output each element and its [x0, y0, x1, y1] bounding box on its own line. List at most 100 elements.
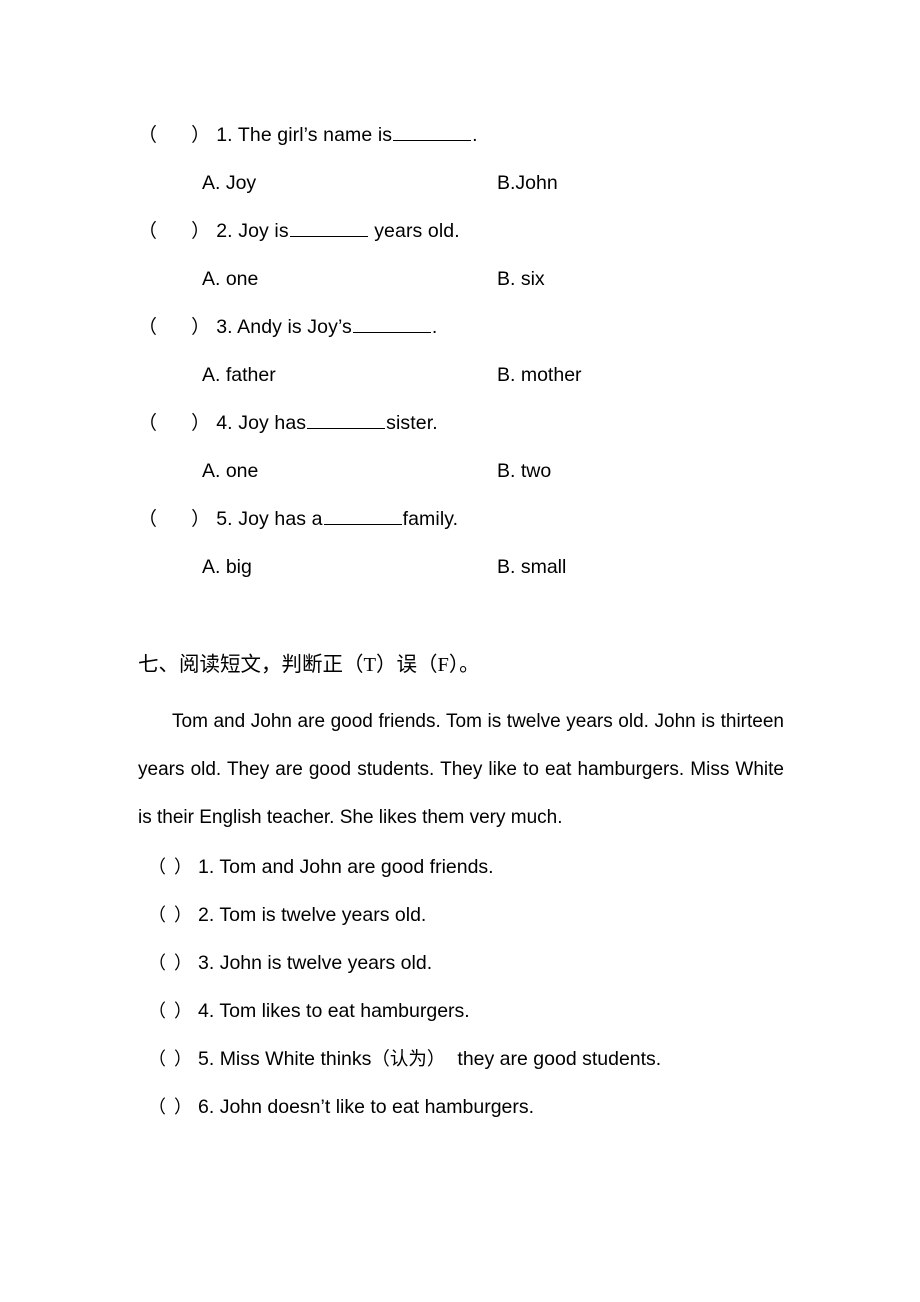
answer-blank[interactable]	[393, 124, 472, 141]
paren-close: ）	[174, 1097, 192, 1118]
question-number: 3.	[216, 316, 233, 338]
question-text-after: sister.	[386, 412, 438, 434]
option-a[interactable]: A. one	[202, 262, 258, 296]
item-number: 3.	[198, 952, 215, 974]
true-false-section: （） 1. Tom and John are good friends. （） 2.…	[0, 843, 920, 1131]
item-text: John is twelve years old.	[219, 952, 433, 974]
answer-paren[interactable]: （）	[138, 502, 210, 536]
paren-open: （	[148, 1001, 166, 1022]
question-text-before: Joy has a	[238, 508, 323, 530]
option-row: A. Joy B.John	[0, 166, 920, 200]
item-text: Tom likes to eat hamburgers.	[219, 1000, 470, 1022]
answer-paren[interactable]: （）	[138, 118, 210, 152]
paren-open: （	[148, 1049, 166, 1070]
paren-open: （	[138, 124, 158, 146]
answer-blank[interactable]	[352, 316, 431, 333]
multiple-choice-section: （） 1. The girl’s name is. A. Joy B.John （…	[0, 118, 920, 598]
option-row: A. one B. two	[0, 454, 920, 488]
true-false-item: （） 1. Tom and John are good friends.	[148, 843, 920, 891]
answer-paren[interactable]: （）	[138, 310, 210, 344]
option-a[interactable]: A. big	[202, 550, 252, 584]
answer-paren[interactable]: （）	[148, 940, 192, 988]
paren-open: （	[138, 412, 158, 434]
item-text: Tom and John are good friends.	[219, 856, 494, 878]
answer-blank[interactable]	[289, 220, 368, 237]
true-false-item: （） 5. Miss White thinks（认为） they are good …	[148, 1035, 920, 1083]
option-a[interactable]: A. one	[202, 454, 258, 488]
true-false-item: （） 6. John doesn’t like to eat hamburgers…	[148, 1083, 920, 1131]
question-text-before: Joy is	[238, 220, 289, 242]
paren-close: ）	[191, 124, 211, 146]
option-a[interactable]: A. father	[202, 358, 276, 392]
question-text-after: family.	[402, 508, 459, 530]
answer-paren[interactable]: （）	[148, 844, 192, 892]
answer-paren[interactable]: （）	[148, 892, 192, 940]
paren-close: ）	[191, 220, 211, 242]
paren-open: （	[148, 953, 166, 974]
answer-blank[interactable]	[307, 412, 386, 429]
paren-open: （	[138, 220, 158, 242]
answer-paren[interactable]: （）	[138, 406, 210, 440]
item-text: John doesn’t like to eat hamburgers.	[219, 1096, 535, 1118]
item-number: 1.	[198, 856, 215, 878]
answer-paren[interactable]: （）	[148, 1036, 192, 1084]
option-row: A. one B. six	[0, 262, 920, 296]
item-text-before-gloss: Miss White thinks	[219, 1048, 372, 1070]
section-heading: 七、阅读短文，判断正（T）误（F）。	[138, 654, 480, 676]
paren-close: ）	[174, 953, 192, 974]
reading-passage: Tom and John are good friends. Tom is tw…	[138, 698, 784, 842]
question-text-before: Joy has	[238, 412, 307, 434]
worksheet-page: （） 1. The girl’s name is. A. Joy B.John （…	[0, 0, 920, 1302]
item-number: 2.	[198, 904, 215, 926]
question-text-after: .	[431, 316, 438, 338]
option-b[interactable]: B. mother	[497, 358, 582, 392]
multiple-choice-item: （） 2. Joy is years old. A. one B. six	[0, 214, 920, 310]
paren-open: （	[138, 316, 158, 338]
true-false-item: （） 3. John is twelve years old.	[148, 939, 920, 987]
item-text-after-gloss: they are good students.	[457, 1048, 662, 1070]
option-b[interactable]: B. small	[497, 550, 566, 584]
question-text-before: The girl’s name is	[237, 124, 393, 146]
question-number: 4.	[216, 412, 233, 434]
paren-close: ）	[191, 412, 211, 434]
question-stem: （） 2. Joy is years old.	[138, 214, 460, 248]
item-number: 6.	[198, 1096, 215, 1118]
multiple-choice-item: （） 1. The girl’s name is. A. Joy B.John	[0, 118, 920, 214]
option-b[interactable]: B. six	[497, 262, 545, 296]
paren-close: ）	[191, 508, 211, 530]
answer-paren[interactable]: （）	[148, 1084, 192, 1132]
question-stem: （） 4. Joy has sister.	[138, 406, 438, 440]
question-number: 5.	[216, 508, 233, 530]
paren-close: ）	[174, 857, 192, 878]
true-false-item: （） 4. Tom likes to eat hamburgers.	[148, 987, 920, 1035]
item-number: 4.	[198, 1000, 215, 1022]
option-b[interactable]: B. two	[497, 454, 551, 488]
paren-close: ）	[174, 905, 192, 926]
paren-open: （	[138, 508, 158, 530]
question-number: 2.	[216, 220, 233, 242]
answer-paren[interactable]: （）	[148, 988, 192, 1036]
question-text-after: years old.	[374, 220, 460, 242]
option-a[interactable]: A. Joy	[202, 166, 256, 200]
paren-close: ）	[174, 1001, 192, 1022]
multiple-choice-item: （） 3. Andy is Joy’s. A. father B. mother	[0, 310, 920, 406]
true-false-item: （） 2. Tom is twelve years old.	[148, 891, 920, 939]
item-number: 5.	[198, 1048, 215, 1070]
item-text: Tom is twelve years old.	[219, 904, 427, 926]
question-stem: （） 5. Joy has a family.	[138, 502, 458, 536]
question-text-before: Andy is Joy’s	[237, 316, 352, 338]
option-row: A. father B. mother	[0, 358, 920, 392]
option-b[interactable]: B.John	[497, 166, 558, 200]
multiple-choice-item: （） 5. Joy has a family. A. big B. small	[0, 502, 920, 598]
passage-text: Tom and John are good friends. Tom is tw…	[138, 711, 784, 828]
answer-paren[interactable]: （）	[138, 214, 210, 248]
question-number: 1.	[216, 124, 233, 146]
chinese-gloss: （认为）	[371, 1049, 446, 1070]
question-stem: （） 3. Andy is Joy’s.	[138, 310, 437, 344]
paren-open: （	[148, 905, 166, 926]
question-text-after: .	[472, 124, 478, 146]
answer-blank[interactable]	[323, 508, 402, 525]
option-row: A. big B. small	[0, 550, 920, 584]
paren-open: （	[148, 1097, 166, 1118]
paren-close: ）	[191, 316, 211, 338]
